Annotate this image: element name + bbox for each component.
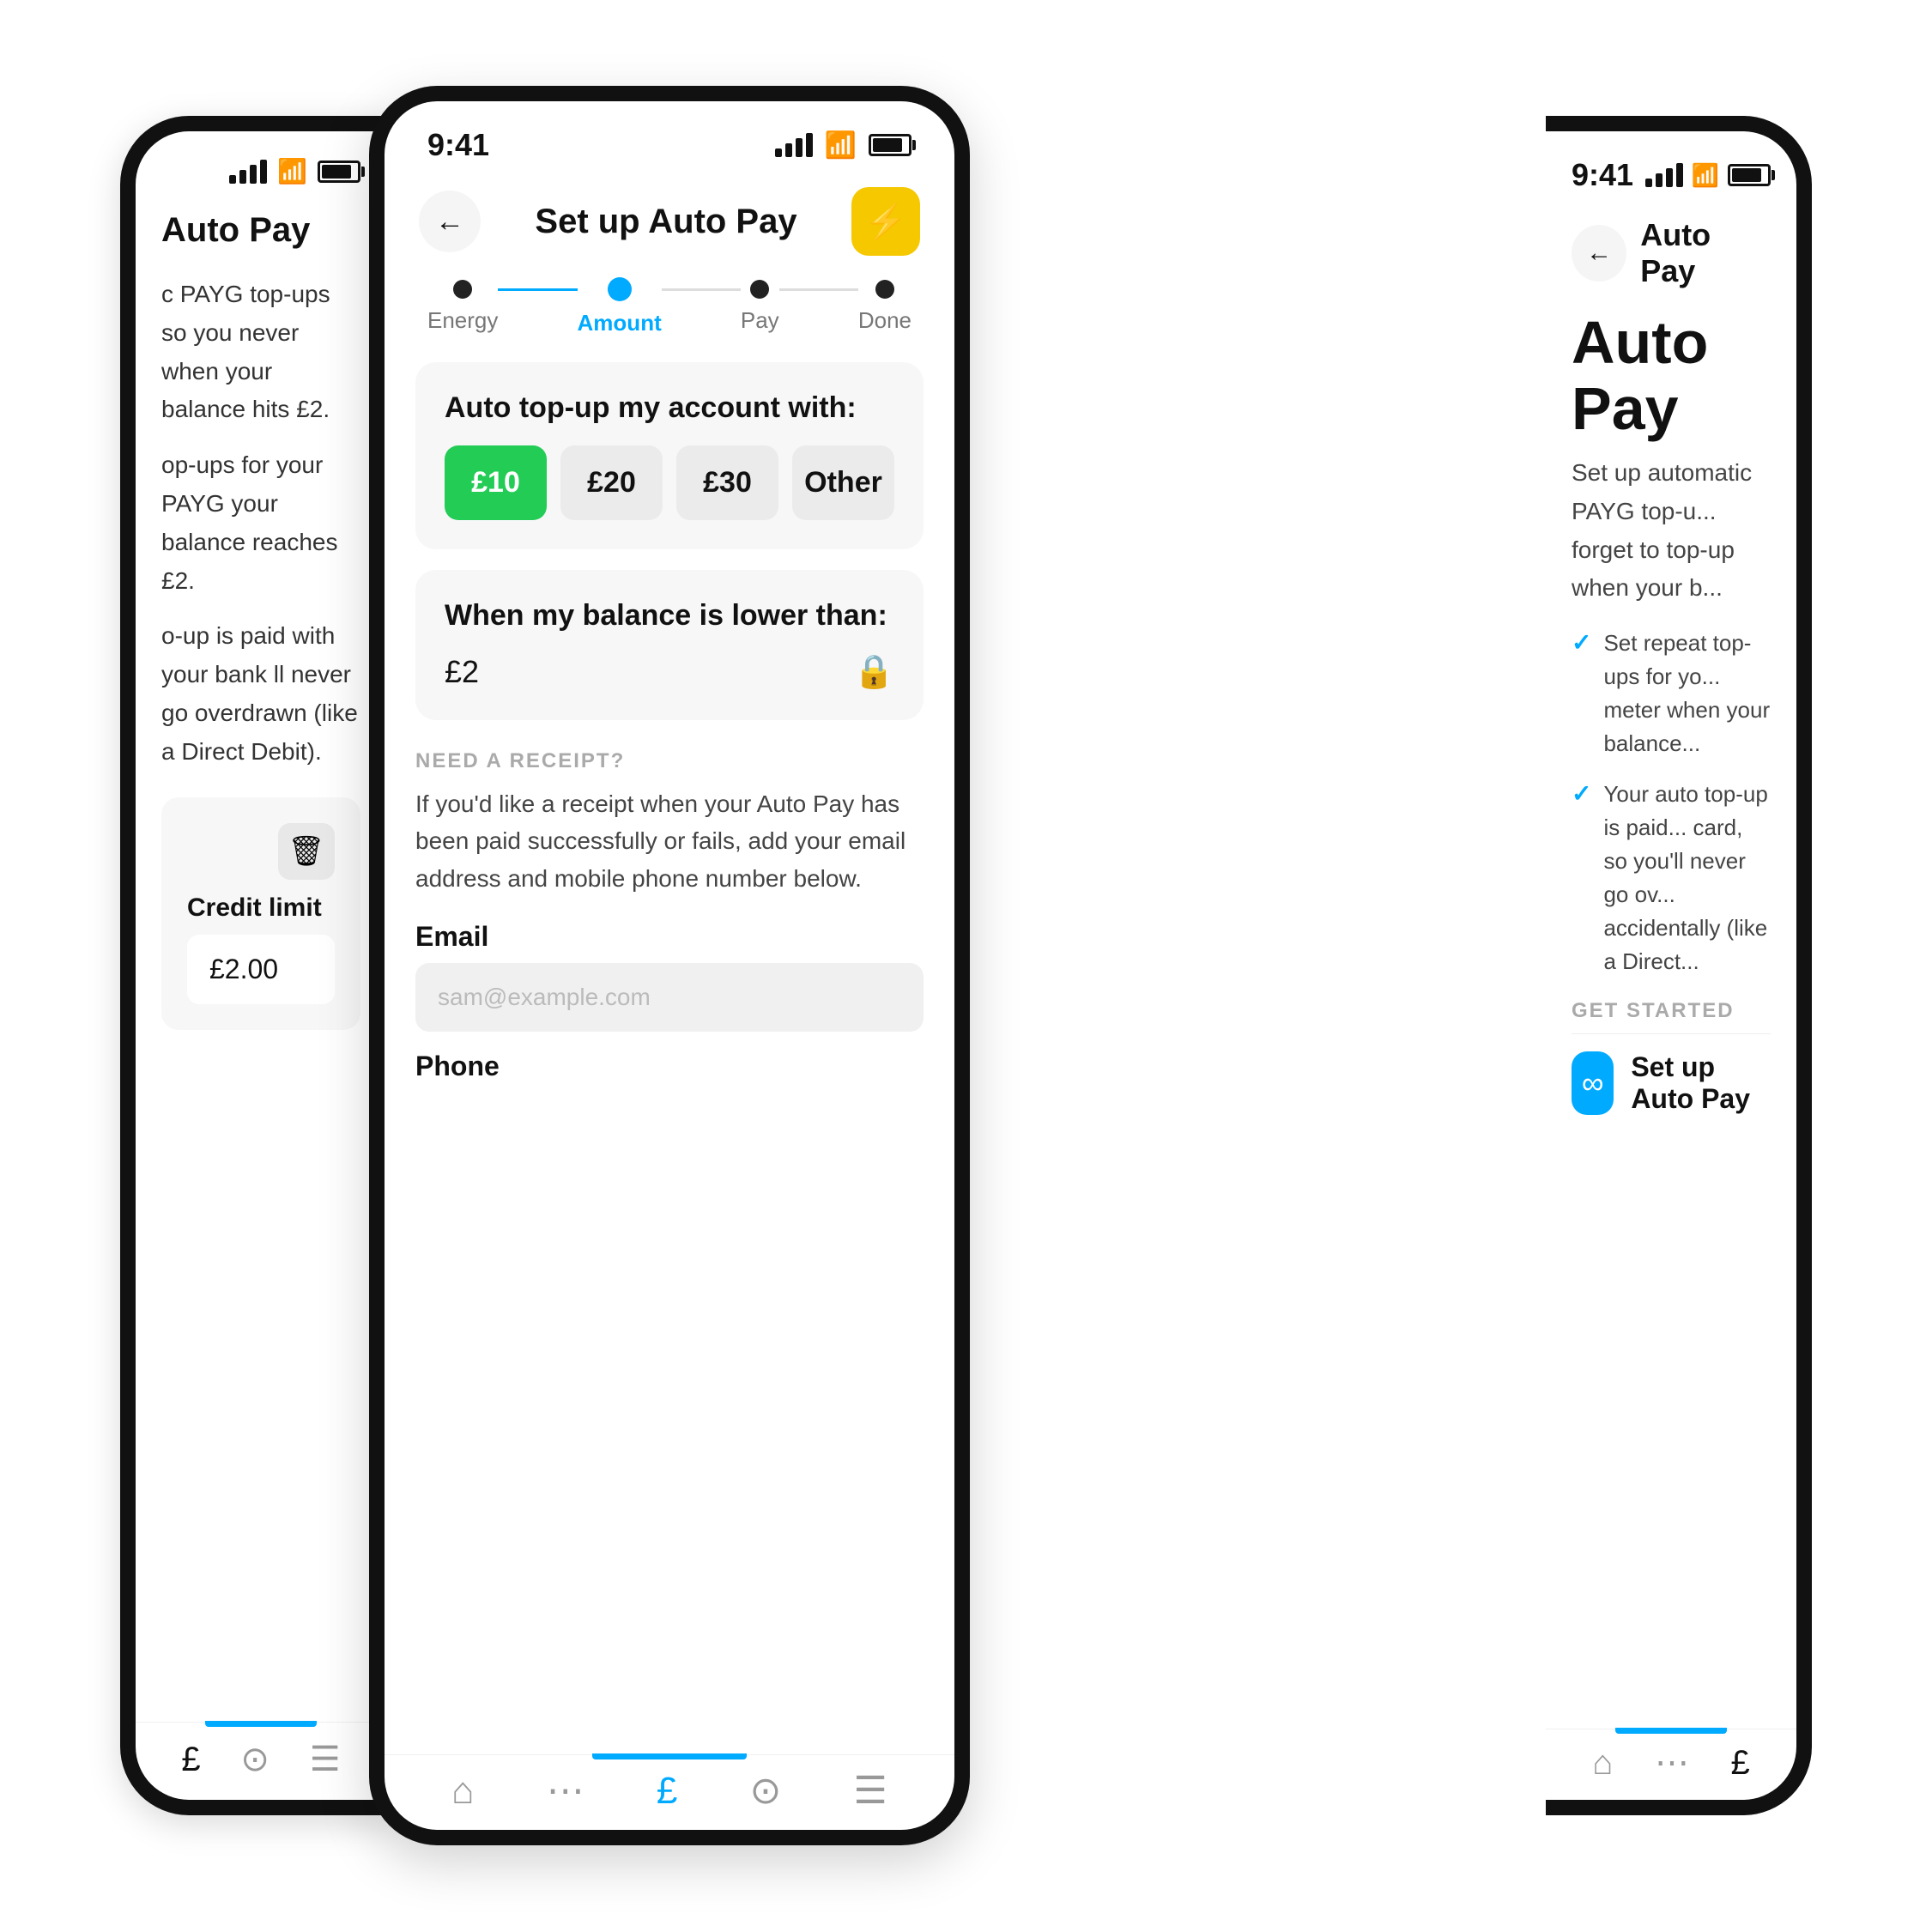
credit-card-section: 🗑 Credit limit £2.00: [161, 797, 360, 1030]
step-line-1: [498, 288, 577, 291]
right-bottom-nav: ⌂ ⋯ £: [1546, 1729, 1796, 1800]
wifi-icon: 📶: [277, 157, 307, 185]
right-phone: 9:41 📶 ← Auto Pay Auto Pay Set up automa…: [1546, 116, 1812, 1815]
amount-btn-other[interactable]: Other: [792, 445, 894, 520]
balance-value: £2: [445, 654, 479, 690]
check-item-2: ✓ Your auto top-up is paid... card, so y…: [1572, 778, 1771, 978]
right-nav-activity[interactable]: ⋯: [1655, 1743, 1689, 1783]
action-button[interactable]: ⚡: [851, 187, 920, 256]
setup-btn-icon: ∞: [1572, 1051, 1614, 1115]
nav-home[interactable]: ⌂: [451, 1770, 475, 1813]
amount-btn-20[interactable]: £20: [560, 445, 663, 520]
left-bottom-nav: £ ⊙ ☰: [136, 1722, 386, 1800]
step-label-pay: Pay: [741, 307, 779, 334]
middle-status-bar: 9:41 📶: [385, 101, 954, 172]
step-dot-amount: [608, 277, 632, 301]
right-nav-header: ← Auto Pay: [1546, 202, 1796, 301]
check-mark-1: ✓: [1572, 628, 1591, 657]
amount-card: Auto top-up my account with: £10 £20 £30…: [415, 362, 924, 549]
right-time: 9:41: [1572, 157, 1633, 193]
trash-icon[interactable]: 🗑: [278, 823, 335, 880]
receipt-label: NEED A RECEIPT?: [415, 749, 924, 773]
middle-bottom-nav: ⌂ ⋯ £ ⊙ ☰: [385, 1754, 954, 1830]
setup-btn-text: Set up Auto Pay: [1631, 1051, 1771, 1115]
setup-autopay-button[interactable]: ∞ Set up Auto Pay: [1546, 1051, 1796, 1141]
trash-icon-row: 🗑: [187, 823, 335, 880]
left-body-3: o-up is paid with your bank ll never go …: [161, 617, 360, 771]
right-signal-icon: [1645, 163, 1683, 187]
right-battery-icon: [1728, 164, 1771, 186]
nav-title: Set up Auto Pay: [535, 203, 796, 241]
check-list: ✓ Set repeat top-ups for yo... meter whe…: [1546, 627, 1796, 999]
left-phone: 📶 Auto Pay c PAYG top-ups so you never w…: [120, 116, 386, 1815]
nav-icon-pound[interactable]: £: [181, 1741, 200, 1779]
lock-icon: 🔒: [854, 653, 894, 691]
receipt-section: NEED A RECEIPT? If you'd like a receipt …: [385, 741, 954, 1754]
right-nav-title: Auto Pay: [1640, 217, 1771, 289]
middle-time: 9:41: [427, 127, 489, 163]
left-body-2: op-ups for your PAYG your balance reache…: [161, 446, 360, 600]
email-label: Email: [415, 921, 924, 953]
amount-btn-10[interactable]: £10: [445, 445, 547, 520]
amount-buttons: £10 £20 £30 Other: [445, 445, 894, 520]
left-body-1: c PAYG top-ups so you never when your ba…: [161, 276, 360, 429]
check-text-1: Set repeat top-ups for yo... meter when …: [1603, 627, 1771, 760]
step-dot-done: [875, 280, 894, 299]
get-started-divider: [1572, 1033, 1771, 1034]
middle-phone: 9:41 📶 ← Set up Auto Pay ⚡ Energy A: [369, 86, 970, 1845]
check-mark-2: ✓: [1572, 779, 1591, 808]
right-wifi-icon: 📶: [1692, 162, 1719, 189]
right-back-button[interactable]: ←: [1572, 225, 1626, 282]
check-item-1: ✓ Set repeat top-ups for yo... meter whe…: [1572, 627, 1771, 760]
middle-nav-header: ← Set up Auto Pay ⚡: [385, 172, 954, 268]
right-status-bar: 9:41 📶: [1546, 131, 1796, 202]
nav-account[interactable]: £: [657, 1770, 677, 1813]
right-hero-desc: Set up automatic PAYG top-u... forget to…: [1546, 454, 1796, 627]
step-dot-pay: [750, 280, 769, 299]
balance-card: When my balance is lower than: £2 🔒: [415, 570, 924, 720]
right-nav-account[interactable]: £: [1730, 1744, 1749, 1783]
middle-battery-icon: [869, 134, 911, 156]
step-line-2: [662, 288, 741, 291]
get-started-label: GET STARTED: [1546, 999, 1796, 1033]
left-status-bar: 📶: [136, 131, 386, 194]
balance-card-title: When my balance is lower than:: [445, 599, 894, 633]
email-input[interactable]: sam@example.com: [415, 963, 924, 1032]
step-line-3: [779, 288, 858, 291]
step-dot-energy: [453, 280, 472, 299]
nav-menu[interactable]: ☰: [853, 1769, 887, 1813]
nav-activity[interactable]: ⋯: [547, 1769, 584, 1813]
credit-limit-label: Credit limit: [187, 893, 335, 923]
nav-icon-menu[interactable]: ☰: [310, 1740, 341, 1779]
battery-icon: [318, 160, 360, 183]
step-label-amount: Amount: [578, 310, 662, 336]
middle-signal-icon: [775, 133, 813, 157]
amount-btn-30[interactable]: £30: [676, 445, 778, 520]
check-text-2: Your auto top-up is paid... card, so you…: [1603, 778, 1771, 978]
phone-label: Phone: [415, 1051, 924, 1082]
nav-help[interactable]: ⊙: [749, 1769, 781, 1813]
credit-value-box: £2.00: [187, 935, 335, 1004]
right-nav-home[interactable]: ⌂: [1592, 1744, 1613, 1783]
amount-card-title: Auto top-up my account with:: [445, 391, 894, 425]
nav-icon-help[interactable]: ⊙: [240, 1740, 270, 1779]
receipt-desc: If you'd like a receipt when your Auto P…: [415, 785, 924, 897]
back-button[interactable]: ←: [419, 191, 481, 252]
signal-icon: [229, 160, 267, 184]
right-hero-title: Auto Pay: [1546, 301, 1796, 454]
step-label-energy: Energy: [427, 307, 498, 334]
middle-wifi-icon: 📶: [825, 130, 857, 160]
step-label-done: Done: [858, 307, 911, 334]
left-title: Auto Pay: [161, 211, 360, 250]
stepper: Energy Amount Pay Done: [385, 268, 954, 345]
